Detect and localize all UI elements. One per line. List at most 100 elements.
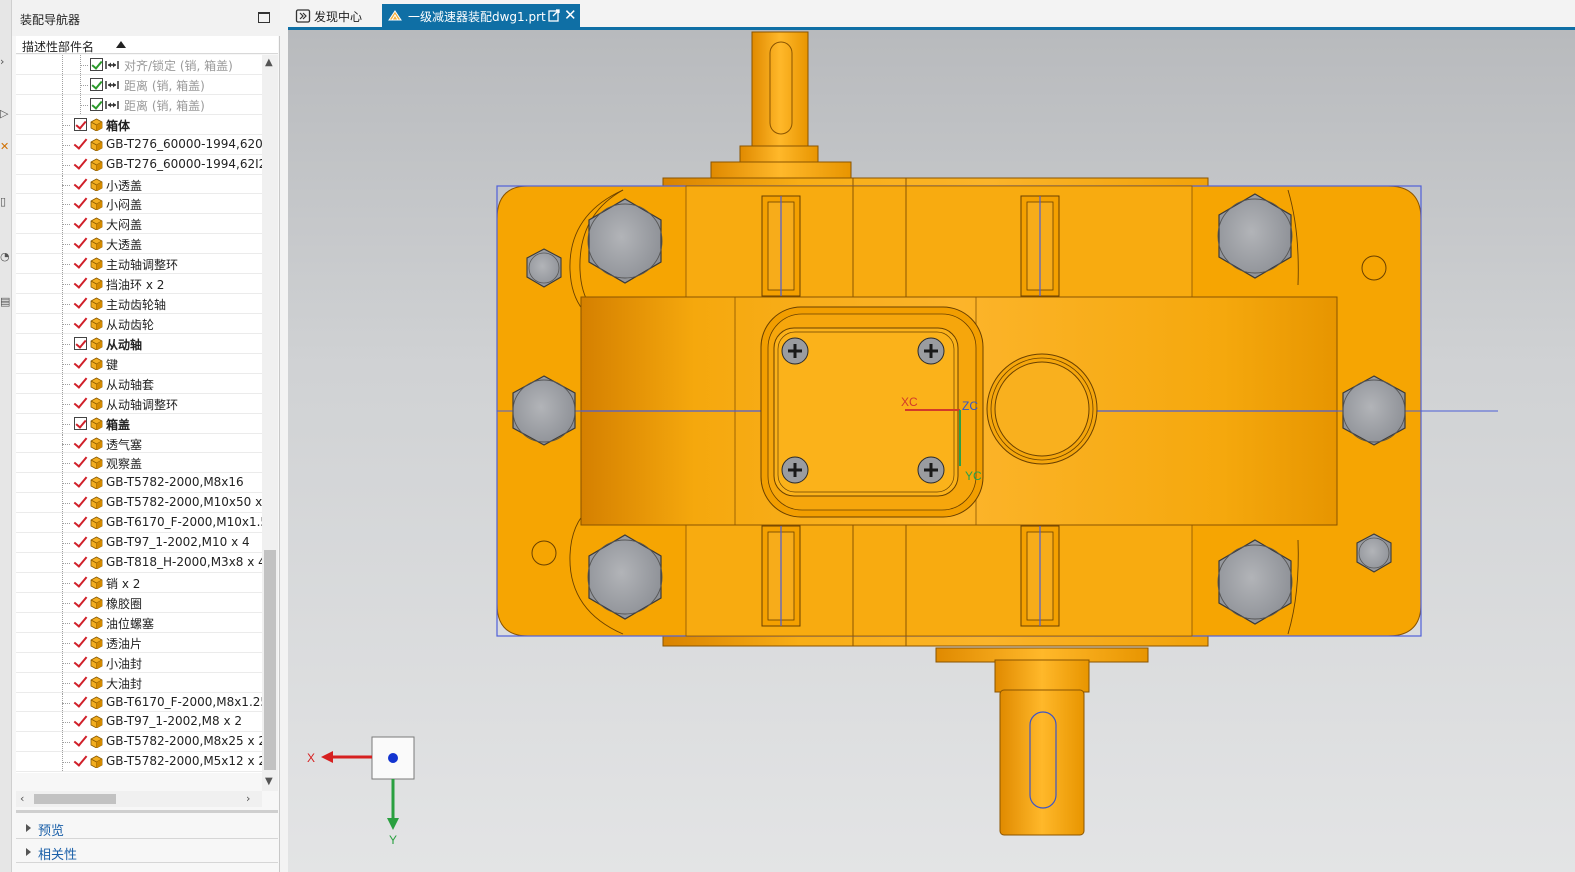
check-mark-icon[interactable] xyxy=(72,435,88,451)
scroll-left-icon[interactable]: ‹ xyxy=(20,792,24,805)
check-mark-icon[interactable] xyxy=(72,594,88,610)
part-row[interactable]: 橡胶圈 xyxy=(16,592,262,613)
check-mark-icon[interactable] xyxy=(72,355,88,371)
sort-ascending-icon[interactable] xyxy=(116,41,126,48)
scroll-down-icon[interactable]: ▼ xyxy=(265,776,273,787)
part-row[interactable]: GB-T97_1-2002,M8 x 2 xyxy=(16,712,262,733)
part-row[interactable]: 主动轴调整环 xyxy=(16,254,262,275)
check-mark-icon[interactable] xyxy=(72,614,88,630)
column-header[interactable]: 描述性部件名 xyxy=(16,36,278,54)
check-mark-icon[interactable] xyxy=(72,176,88,192)
check-mark-icon[interactable] xyxy=(72,694,88,710)
horizontal-scroll-thumb[interactable] xyxy=(34,794,116,804)
part-row[interactable]: 小闷盖 xyxy=(16,194,262,215)
part-row[interactable]: 大闷盖 xyxy=(16,214,262,235)
part-row[interactable]: GB-T6170_F-2000,M8x1.25 xyxy=(16,692,262,713)
resource-icon[interactable]: ◔ xyxy=(0,250,10,264)
constraint-row[interactable]: 对齐/锁定 (销, 箱盖) xyxy=(16,55,262,75)
check-mark-icon[interactable] xyxy=(72,275,88,291)
tab-discovery-center[interactable]: 发现中心 xyxy=(290,4,382,28)
check-mark-icon[interactable] xyxy=(72,713,88,729)
popout-icon[interactable] xyxy=(548,9,560,22)
part-row[interactable]: GB-T276_60000-1994,62I2 xyxy=(16,154,262,175)
section-divider[interactable] xyxy=(16,810,278,813)
check-mark-icon[interactable] xyxy=(72,574,88,590)
constraint-row[interactable]: 距离 (销, 箱盖) xyxy=(16,94,262,115)
part-row[interactable]: 大透盖 xyxy=(16,234,262,255)
part-row[interactable]: 透气塞 xyxy=(16,433,262,454)
check-mark-icon[interactable] xyxy=(72,474,88,490)
check-mark-icon[interactable] xyxy=(72,654,88,670)
part-row[interactable]: GB-T97_1-2002,M10 x 4 xyxy=(16,533,262,554)
gear-reducer-model[interactable]: XC ZC YC X Y xyxy=(288,30,1575,872)
assembly-tree[interactable]: 对齐/锁定 (销, 箱盖) 距离 (销, 箱盖) 距离 (销, 箱盖) 箱体 GB-T2… xyxy=(16,55,262,773)
check-mark-icon[interactable] xyxy=(72,156,88,172)
part-row[interactable]: 大油封 xyxy=(16,672,262,693)
scroll-right-icon[interactable]: › xyxy=(246,792,250,805)
check-mark-icon[interactable] xyxy=(72,136,88,152)
view-triad[interactable]: X Y xyxy=(307,736,415,847)
part-row[interactable]: GB-T5782-2000,M8x16 xyxy=(16,473,262,494)
resource-icon[interactable]: ▤ xyxy=(0,295,10,309)
constraint-row[interactable]: 距离 (销, 箱盖) xyxy=(16,74,262,95)
part-row[interactable]: GB-T276_60000-1994,6202 xyxy=(16,134,262,155)
vertical-scroll-thumb[interactable] xyxy=(264,550,276,770)
part-row[interactable]: 从动轴调整环 xyxy=(16,393,262,414)
part-row[interactable]: 键 xyxy=(16,353,262,374)
part-row[interactable]: 挡油环 x 2 xyxy=(16,274,262,295)
part-row[interactable]: GB-T5782-2000,M8x25 x 2 xyxy=(16,732,262,753)
part-row[interactable]: 从动轴 xyxy=(16,333,262,354)
check-mark-icon[interactable] xyxy=(72,634,88,650)
part-row[interactable]: 从动齿轮 xyxy=(16,313,262,334)
checkbox[interactable] xyxy=(90,58,103,71)
section-dependency[interactable]: 相关性 xyxy=(16,841,278,863)
part-row[interactable]: 小透盖 xyxy=(16,174,262,195)
check-mark-icon[interactable] xyxy=(72,235,88,251)
check-mark-icon[interactable] xyxy=(72,674,88,690)
part-row[interactable]: 观察盖 xyxy=(16,453,262,474)
part-row[interactable]: GB-T5782-2000,M5x12 x 2 xyxy=(16,752,262,773)
resource-icon[interactable]: › xyxy=(0,55,10,69)
check-mark-icon[interactable] xyxy=(72,195,88,211)
check-mark-icon[interactable] xyxy=(72,255,88,271)
check-mark-icon[interactable] xyxy=(72,395,88,411)
check-mark-icon[interactable] xyxy=(72,534,88,550)
section-preview[interactable]: 预览 xyxy=(16,817,278,839)
check-mark-icon[interactable] xyxy=(72,494,88,510)
resource-icon[interactable]: ▷ xyxy=(0,107,10,121)
check-mark-icon[interactable] xyxy=(72,375,88,391)
check-mark-icon[interactable] xyxy=(72,753,88,769)
check-mark-icon[interactable] xyxy=(72,295,88,311)
part-row[interactable]: GB-T6170_F-2000,M10x1.5 xyxy=(16,513,262,534)
check-mark-icon[interactable] xyxy=(72,454,88,470)
checkbox[interactable] xyxy=(90,77,103,91)
part-row[interactable]: GB-T818_H-2000,M3x8 x 4 xyxy=(16,553,262,573)
graphics-viewport[interactable]: XC ZC YC X Y xyxy=(288,30,1575,872)
part-row[interactable]: 箱体 xyxy=(16,114,262,135)
close-tab-icon[interactable]: ✕ xyxy=(564,6,577,24)
part-row[interactable]: 油位螺塞 xyxy=(16,612,262,633)
vertical-scrollbar[interactable]: ▲ ▼ xyxy=(262,55,278,791)
check-mark-icon[interactable] xyxy=(72,315,88,331)
resource-icon[interactable]: ▯ xyxy=(0,195,10,209)
part-row[interactable]: 销 x 2 xyxy=(16,572,262,593)
maximize-icon[interactable] xyxy=(258,12,270,23)
checkbox[interactable] xyxy=(74,117,87,131)
part-row[interactable]: 透油片 xyxy=(16,632,262,653)
check-mark-icon[interactable] xyxy=(72,554,88,570)
scroll-up-icon[interactable]: ▲ xyxy=(265,57,273,68)
resource-icon[interactable]: ✕ xyxy=(0,140,10,154)
tab-part-file[interactable]: 一级减速器装配dwg1.prt ✕ xyxy=(382,4,580,28)
part-row[interactable]: 箱盖 xyxy=(16,413,262,434)
checkbox[interactable] xyxy=(74,416,87,430)
part-row[interactable]: GB-T5782-2000,M10x50 x xyxy=(16,493,262,514)
check-mark-icon[interactable] xyxy=(72,514,88,530)
part-row[interactable]: 小油封 xyxy=(16,652,262,673)
part-row[interactable]: 主动齿轮轴 xyxy=(16,294,262,314)
part-row[interactable]: 从动轴套 xyxy=(16,373,262,394)
checkbox[interactable] xyxy=(74,336,87,350)
check-mark-icon[interactable] xyxy=(72,215,88,231)
checkbox[interactable] xyxy=(90,97,103,111)
check-mark-icon[interactable] xyxy=(72,733,88,749)
horizontal-scrollbar[interactable]: ‹ › xyxy=(16,791,262,807)
